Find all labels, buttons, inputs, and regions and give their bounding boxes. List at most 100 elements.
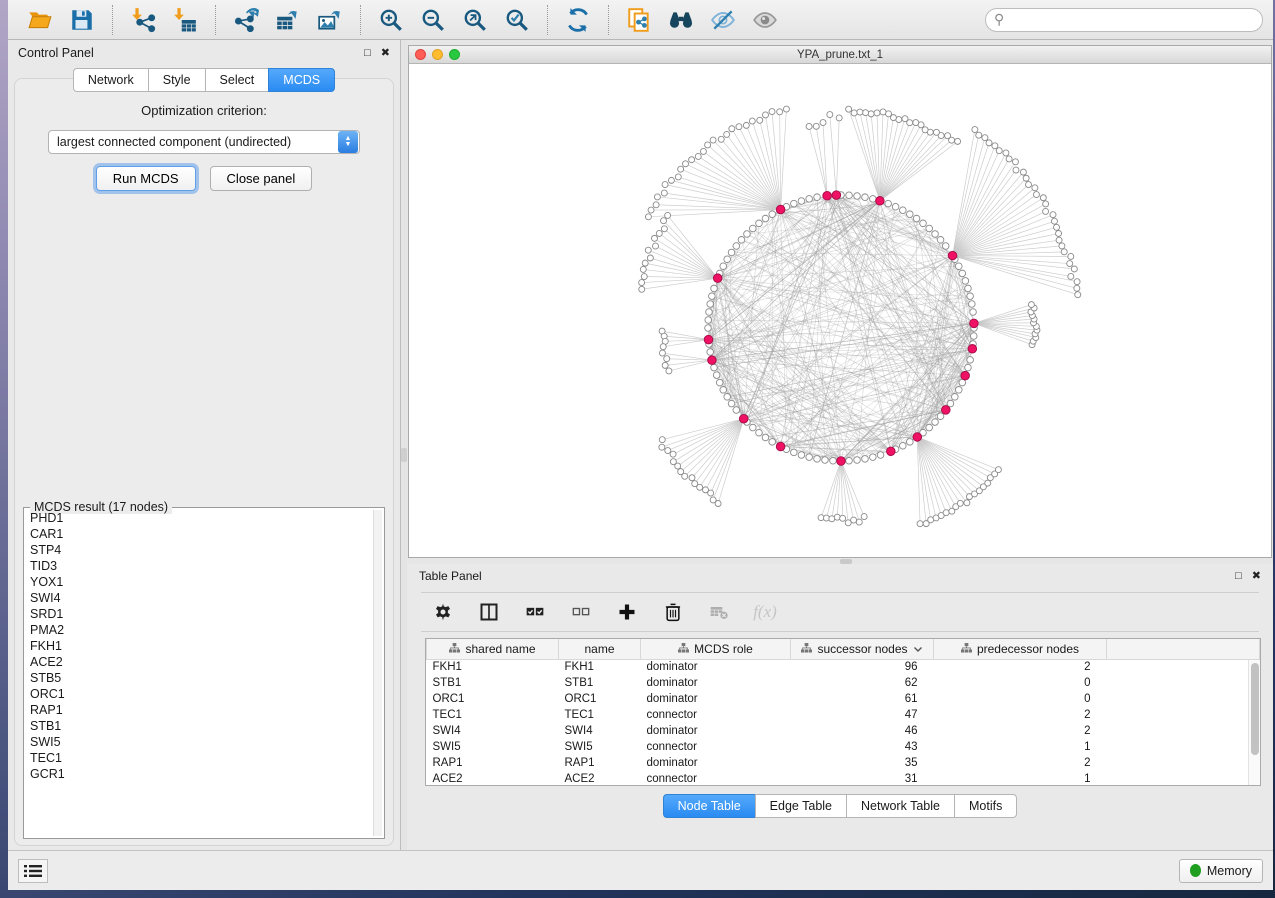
table-cell[interactable]: 0: [934, 691, 1107, 707]
deselect-all-button[interactable]: [569, 600, 593, 624]
import-table-button[interactable]: [171, 6, 199, 34]
mcds-result-item[interactable]: ACE2: [26, 654, 372, 670]
table-cell[interactable]: dominator: [641, 723, 791, 739]
tab-motifs[interactable]: Motifs: [954, 794, 1017, 818]
table-cell[interactable]: RAP1: [559, 755, 641, 771]
table-cell[interactable]: 43: [791, 739, 934, 755]
mcds-result-item[interactable]: SRD1: [26, 606, 372, 622]
table-cell[interactable]: FKH1: [559, 659, 641, 675]
table-cell[interactable]: 1: [934, 771, 1107, 786]
table-row[interactable]: ORC1ORC1dominator610: [427, 691, 1260, 707]
table-row[interactable]: SWI5SWI5connector431: [427, 739, 1260, 755]
mcds-result-item[interactable]: PMA2: [26, 622, 372, 638]
table-cell[interactable]: connector: [641, 739, 791, 755]
mcds-result-item[interactable]: FKH1: [26, 638, 372, 654]
table-cell[interactable]: ORC1: [427, 691, 559, 707]
float-panel-icon[interactable]: □: [364, 48, 371, 59]
table-cell[interactable]: STB1: [559, 675, 641, 691]
vertical-splitter[interactable]: [400, 40, 407, 850]
export-table-button[interactable]: [274, 6, 302, 34]
table-cell[interactable]: 2: [934, 659, 1107, 675]
table-scrollbar[interactable]: [1248, 660, 1260, 785]
delete-table-button[interactable]: [707, 600, 731, 624]
table-row[interactable]: SWI4SWI4dominator462: [427, 723, 1260, 739]
show-columns-button[interactable]: [477, 600, 501, 624]
table-cell[interactable]: SWI4: [559, 723, 641, 739]
table-row[interactable]: RAP1RAP1dominator352: [427, 755, 1260, 771]
table-cell[interactable]: dominator: [641, 659, 791, 675]
mcds-result-item[interactable]: SWI5: [26, 734, 372, 750]
zoom-selected-button[interactable]: [503, 6, 531, 34]
clone-network-button[interactable]: [625, 6, 653, 34]
column-mcds-role[interactable]: MCDS role: [641, 639, 791, 659]
refresh-button[interactable]: [564, 6, 592, 34]
table-cell[interactable]: ACE2: [427, 771, 559, 786]
table-cell[interactable]: dominator: [641, 691, 791, 707]
table-cell[interactable]: ACE2: [559, 771, 641, 786]
table-cell[interactable]: 2: [934, 723, 1107, 739]
table-row[interactable]: ACE2ACE2connector311: [427, 771, 1260, 786]
table-cell[interactable]: 2: [934, 707, 1107, 723]
add-row-button[interactable]: [615, 600, 639, 624]
mcds-result-item[interactable]: TID3: [26, 558, 372, 574]
run-mcds-button[interactable]: Run MCDS: [96, 166, 196, 191]
criterion-select[interactable]: largest connected component (undirected)…: [48, 130, 360, 154]
tab-edge-table[interactable]: Edge Table: [755, 794, 846, 818]
tab-style[interactable]: Style: [148, 68, 205, 92]
mcds-result-item[interactable]: YOX1: [26, 574, 372, 590]
first-neighbors-button[interactable]: [667, 6, 695, 34]
mcds-result-item[interactable]: STB5: [26, 670, 372, 686]
tab-select[interactable]: Select: [205, 68, 269, 92]
mcds-result-item[interactable]: TEC1: [26, 750, 372, 766]
table-cell[interactable]: SWI5: [427, 739, 559, 755]
table-cell[interactable]: 35: [791, 755, 934, 771]
mcds-result-item[interactable]: STB1: [26, 718, 372, 734]
tab-network-table[interactable]: Network Table: [846, 794, 954, 818]
column-shared-name[interactable]: shared name: [427, 639, 559, 659]
table-cell[interactable]: 96: [791, 659, 934, 675]
table-cell[interactable]: TEC1: [427, 707, 559, 723]
zoom-fit-button[interactable]: [461, 6, 489, 34]
table-cell[interactable]: dominator: [641, 755, 791, 771]
zoom-out-button[interactable]: [419, 6, 447, 34]
memory-button[interactable]: Memory: [1179, 859, 1263, 883]
column-name[interactable]: name: [559, 639, 641, 659]
open-folder-button[interactable]: [26, 6, 54, 34]
table-cell[interactable]: FKH1: [427, 659, 559, 675]
import-network-button[interactable]: [129, 6, 157, 34]
table-cell[interactable]: STB1: [427, 675, 559, 691]
task-history-button[interactable]: [18, 859, 48, 883]
network-canvas[interactable]: [409, 64, 1275, 558]
table-cell[interactable]: 2: [934, 755, 1107, 771]
mcds-result-item[interactable]: ORC1: [26, 686, 372, 702]
export-image-button[interactable]: [316, 6, 344, 34]
table-cell[interactable]: 61: [791, 691, 934, 707]
table-cell[interactable]: dominator: [641, 675, 791, 691]
table-row[interactable]: TEC1TEC1connector472: [427, 707, 1260, 723]
table-cell[interactable]: 46: [791, 723, 934, 739]
table-cell[interactable]: RAP1: [427, 755, 559, 771]
mcds-result-item[interactable]: RAP1: [26, 702, 372, 718]
function-builder-button[interactable]: f(x): [753, 600, 777, 624]
table-cell[interactable]: SWI5: [559, 739, 641, 755]
mcds-result-list[interactable]: PHD1CAR1STP4TID3YOX1SWI4SRD1PMA2FKH1ACE2…: [26, 510, 372, 836]
table-cell[interactable]: connector: [641, 707, 791, 723]
mcds-result-item[interactable]: PHD1: [26, 510, 372, 526]
table-cell[interactable]: 62: [791, 675, 934, 691]
column-predecessor-nodes[interactable]: predecessor nodes: [934, 639, 1107, 659]
network-window-titlebar[interactable]: YPA_prune.txt_1: [409, 46, 1271, 64]
hide-selected-button[interactable]: [709, 6, 737, 34]
select-all-button[interactable]: [523, 600, 547, 624]
search-input[interactable]: [1008, 13, 1254, 27]
column-successor-nodes[interactable]: successor nodes: [791, 639, 934, 659]
table-cell[interactable]: 1: [934, 739, 1107, 755]
float-panel-icon[interactable]: □: [1235, 571, 1242, 582]
mcds-result-item[interactable]: STP4: [26, 542, 372, 558]
table-settings-button[interactable]: [431, 600, 455, 624]
mcds-result-item[interactable]: GCR1: [26, 766, 372, 782]
zoom-in-button[interactable]: [377, 6, 405, 34]
tab-node-table[interactable]: Node Table: [663, 794, 755, 818]
table-cell[interactable]: 47: [791, 707, 934, 723]
tab-mcds[interactable]: MCDS: [268, 68, 335, 92]
close-panel-icon[interactable]: ✖: [381, 48, 390, 59]
